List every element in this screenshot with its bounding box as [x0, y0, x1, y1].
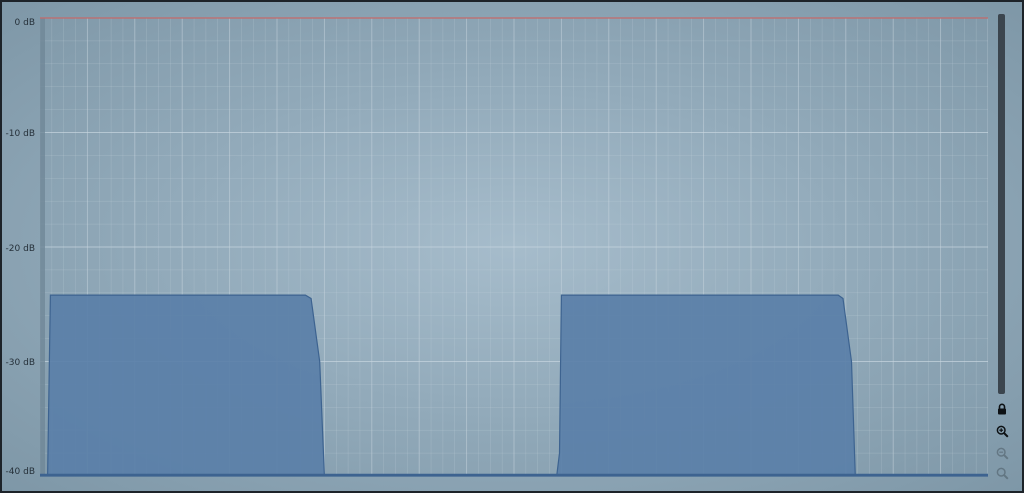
- y-label-minus30db: -30 dB: [5, 358, 35, 368]
- y-label-minus10db: -10 dB: [5, 129, 35, 139]
- zoom-in-icon[interactable]: [994, 423, 1010, 439]
- vertical-scrollbar[interactable]: [998, 14, 1005, 394]
- lock-icon[interactable]: [994, 401, 1010, 417]
- left-axis-bar: [40, 18, 45, 476]
- y-label-0db: 0 dB: [14, 18, 35, 28]
- zoom-reset-icon: [994, 465, 1010, 481]
- meter-panel: 0 dB -10 dB -20 dB -30 dB -40 dB: [0, 0, 1024, 493]
- zoom-out-icon: [994, 445, 1010, 461]
- level-plot-svg: [40, 17, 988, 477]
- y-label-minus40db: -40 dB: [5, 467, 35, 477]
- y-label-minus20db: -20 dB: [5, 244, 35, 254]
- level-plot[interactable]: [40, 16, 988, 479]
